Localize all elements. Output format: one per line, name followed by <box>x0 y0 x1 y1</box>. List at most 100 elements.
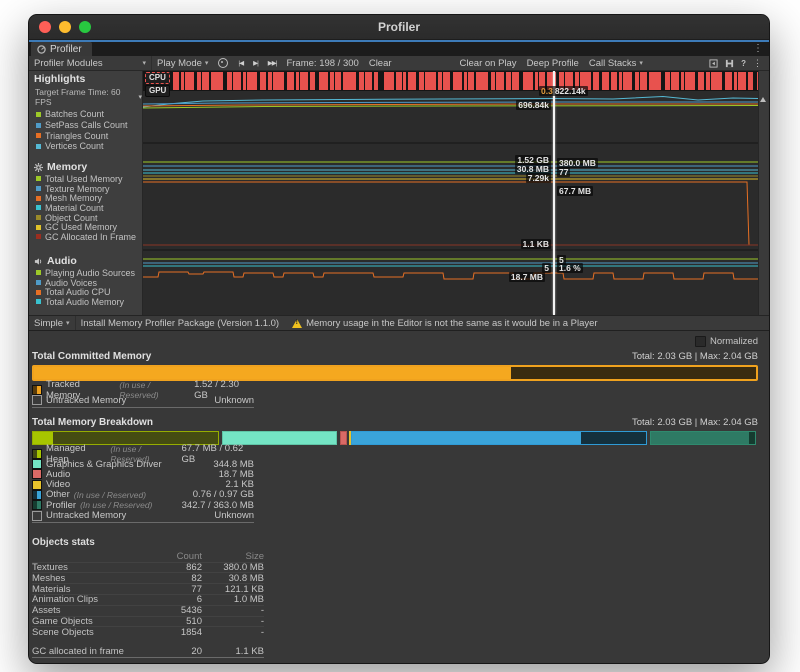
previous-frame-button[interactable]: |◀ <box>233 56 248 70</box>
legend-item[interactable]: Texture Memory <box>29 184 142 194</box>
sidebar-module-audio[interactable]: AudioPlaying Audio SourcesAudio VoicesTo… <box>29 253 142 307</box>
legend-row[interactable]: Untracked MemoryUnknown <box>32 510 254 520</box>
object-type-label: Meshes <box>32 573 152 584</box>
memory-view-dropdown[interactable]: Simple ▾ <box>29 316 75 330</box>
object-type-label: Scene Objects <box>32 627 152 638</box>
breakdown-segment[interactable] <box>340 431 347 445</box>
legend-item[interactable]: Total Audio Memory <box>29 297 142 307</box>
legend-row[interactable]: Tracked Memory(In use / Reserved)1.52 / … <box>32 385 254 395</box>
breakdown-segment[interactable] <box>650 431 756 445</box>
legend-item[interactable]: Object Count <box>29 213 142 223</box>
legend-row[interactable]: Other(In use / Reserved)0.76 / 0.97 GB <box>32 490 254 500</box>
help-icon[interactable]: ? <box>741 59 746 68</box>
minimize-window-icon[interactable] <box>59 21 71 33</box>
deep-profile-toggle[interactable]: Deep Profile <box>522 56 584 70</box>
chevron-down-icon: ▾ <box>639 59 643 67</box>
legend-row[interactable]: Audio18.7 MB <box>32 469 254 479</box>
memory-breakdown-legend: Managed Heap(In use / Reserved)67.7 MB /… <box>32 449 254 521</box>
legend-item[interactable]: Audio Voices <box>29 278 142 288</box>
play-mode-dropdown[interactable]: Play Mode ▾ <box>152 56 213 70</box>
table-row[interactable]: Textures862380.0 MB <box>32 562 264 573</box>
save-profile-icon[interactable] <box>725 59 734 68</box>
gpu-chip[interactable]: GPU <box>145 85 170 97</box>
table-row[interactable]: Animation Clips61.0 MB <box>32 594 264 605</box>
window-titlebar[interactable]: Profiler <box>29 15 769 40</box>
chart-scrollbar[interactable] <box>758 71 768 315</box>
section-divider <box>32 657 264 658</box>
call-stacks-dropdown[interactable]: Call Stacks ▾ <box>584 56 648 70</box>
breakdown-segment[interactable] <box>351 431 647 445</box>
legend-swatch-icon <box>32 385 42 395</box>
legend-item-label: Total Audio CPU <box>45 287 111 297</box>
table-row[interactable]: Assets5436- <box>32 605 264 616</box>
legend-swatch-icon <box>36 234 41 239</box>
chart-scroll-handle-icon[interactable] <box>760 97 766 102</box>
next-frame-button[interactable]: ▶| <box>248 56 263 70</box>
chart-value-label: 1.6 % <box>557 263 583 273</box>
kebab-menu-icon[interactable]: ⋮ <box>753 58 762 69</box>
legend-item[interactable]: Mesh Memory <box>29 193 142 203</box>
sidebar-module-highlights[interactable]: HighlightsTarget Frame Time: 60 FPS▾Batc… <box>29 71 142 152</box>
legend-item[interactable]: Triangles Count <box>29 130 142 141</box>
legend-row[interactable]: Managed Heap(In use / Reserved)67.7 MB /… <box>32 449 254 459</box>
tab-profiler[interactable]: Profiler <box>31 42 92 56</box>
legend-row-note: (In use / Reserved) <box>80 500 152 510</box>
chevron-down-icon: ▾ <box>142 59 146 67</box>
selected-frame-line[interactable] <box>553 71 555 315</box>
target-frame-time-dropdown[interactable]: Target Frame Time: 60 FPS▾ <box>29 86 142 109</box>
legend-row[interactable]: Graphics & Graphics Driver344.8 MB <box>32 459 254 469</box>
legend-item-label: SetPass Calls Count <box>45 120 128 130</box>
tab-menu-kebab-icon[interactable]: ⋮ <box>747 40 769 56</box>
legend-item[interactable]: Total Used Memory <box>29 174 142 184</box>
table-row[interactable]: Materials77121.1 KB <box>32 583 264 594</box>
legend-item[interactable]: Batches Count <box>29 109 142 120</box>
legend-item-label: Playing Audio Sources <box>45 268 135 278</box>
module-title-memory: Memory <box>29 159 142 174</box>
editor-memory-warning-text: Memory usage in the Editor is not the sa… <box>306 318 597 329</box>
object-size-value: 121.1 KB <box>202 584 264 595</box>
close-window-icon[interactable] <box>39 21 51 33</box>
gear-icon <box>34 163 43 172</box>
chart-value-label: 77 <box>557 167 570 177</box>
install-memory-profiler-button[interactable]: Install Memory Profiler Package (Version… <box>76 316 285 330</box>
legend-item-label: Vertices Count <box>45 141 104 151</box>
chart-value-label: 1.1 KB <box>521 239 551 249</box>
legend-swatch-icon <box>36 144 41 149</box>
legend-item-label: Total Audio Memory <box>45 297 124 307</box>
legend-item[interactable]: GC Allocated In Frame <box>29 232 142 242</box>
sidebar-module-memory[interactable]: MemoryTotal Used MemoryTexture MemoryMes… <box>29 159 142 242</box>
committed-memory-bar[interactable] <box>32 365 758 381</box>
module-title-audio: Audio <box>29 253 142 268</box>
current-frame-button[interactable]: ▶▶| <box>263 56 282 70</box>
legend-item[interactable]: Total Audio CPU <box>29 287 142 297</box>
normalized-checkbox[interactable] <box>695 336 706 347</box>
clear-on-play-toggle[interactable]: Clear on Play <box>455 56 522 70</box>
clear-button[interactable]: Clear <box>364 56 397 70</box>
legend-item[interactable]: GC Used Memory <box>29 222 142 232</box>
gc-allocated-size: 1.1 KB <box>202 646 264 657</box>
memory-breakdown-bar[interactable] <box>32 431 758 445</box>
legend-item-label: Audio Voices <box>45 278 97 288</box>
legend-item[interactable]: Playing Audio Sources <box>29 268 142 278</box>
profiler-modules-dropdown[interactable]: Profiler Modules ▾ <box>29 56 151 70</box>
legend-item[interactable]: Vertices Count <box>29 141 142 152</box>
legend-item[interactable]: Material Count <box>29 203 142 213</box>
object-size-value: 30.8 MB <box>202 573 264 584</box>
legend-swatch-icon <box>32 490 42 500</box>
maximize-window-icon[interactable] <box>79 21 91 33</box>
chart-canvas[interactable]: CPU GPU 0.3822.14k696.84k1.52 GB380.0 MB… <box>143 71 758 315</box>
chart-lines <box>143 71 758 315</box>
table-row[interactable]: Meshes8230.8 MB <box>32 572 264 583</box>
table-row[interactable]: Game Objects510- <box>32 616 264 627</box>
gc-allocated-label: GC allocated in frame <box>32 646 152 657</box>
cpu-chip[interactable]: CPU <box>145 72 170 84</box>
legend-row[interactable]: Video2.1 KB <box>32 479 254 489</box>
legend-row-note: (In use / Reserved) <box>74 490 146 500</box>
object-type-label: Textures <box>32 562 152 573</box>
record-button[interactable] <box>213 56 233 70</box>
load-profile-icon[interactable] <box>709 59 718 68</box>
gc-allocated-row: GC allocated in frame201.1 KB <box>32 646 264 656</box>
legend-row[interactable]: Profiler(In use / Reserved)342.7 / 363.0… <box>32 500 254 510</box>
table-row[interactable]: Scene Objects1854- <box>32 626 264 637</box>
legend-item[interactable]: SetPass Calls Count <box>29 120 142 131</box>
